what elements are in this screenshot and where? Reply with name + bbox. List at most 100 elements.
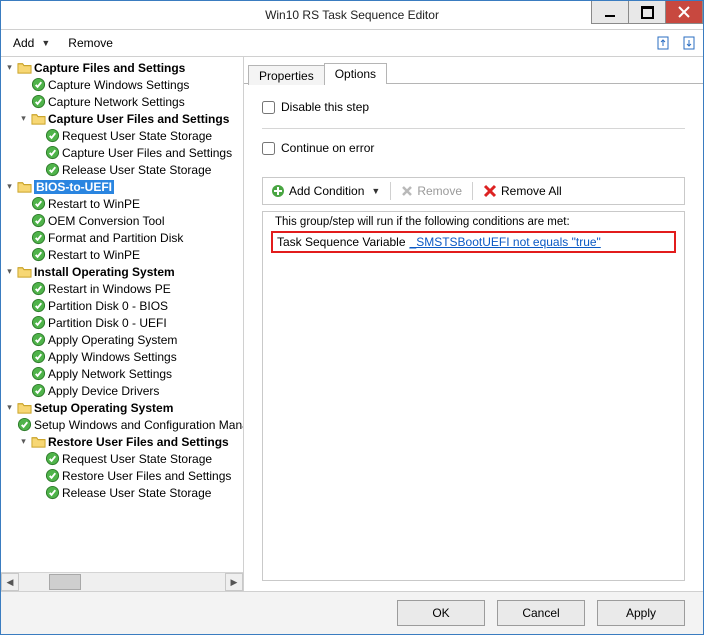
tree-row[interactable]: ▾BIOS-to-UEFI — [1, 178, 243, 195]
add-condition-button[interactable]: Add Condition ▼ — [267, 182, 384, 200]
move-up-icon[interactable] — [653, 32, 675, 54]
tree-item-label: Restore User Files and Settings — [62, 469, 231, 483]
caret-down-icon: ▼ — [41, 38, 50, 48]
remove-button[interactable]: Remove — [60, 32, 121, 54]
tree-row[interactable]: ▾ Capture Files and Settings — [1, 59, 243, 76]
dialog-footer: OK Cancel Apply — [1, 591, 703, 634]
twisty-expanded-icon[interactable]: ▾ — [17, 112, 30, 125]
tree-item-label: Request User State Storage — [62, 129, 212, 143]
tree-row[interactable]: Partition Disk 0 - BIOS — [1, 297, 243, 314]
add-menu-button[interactable]: Add ▼ — [5, 32, 58, 54]
tab-properties[interactable]: Properties — [248, 65, 325, 85]
x-icon — [401, 185, 413, 197]
tab-options[interactable]: Options — [324, 63, 387, 84]
tree-row[interactable]: OEM Conversion Tool — [1, 212, 243, 229]
tree-row[interactable]: Apply Windows Settings — [1, 348, 243, 365]
twisty-spacer — [31, 486, 44, 499]
tree-row[interactable]: Capture Network Settings — [1, 93, 243, 110]
continue-error-row[interactable]: Continue on error — [262, 141, 685, 155]
remove-condition-button[interactable]: Remove — [397, 182, 466, 200]
folder-icon — [16, 264, 32, 280]
tree-row[interactable]: Partition Disk 0 - UEFI — [1, 314, 243, 331]
move-down-icon[interactable] — [677, 32, 699, 54]
tree-row[interactable]: Setup Windows and Configuration Manager — [1, 416, 243, 433]
twisty-expanded-icon[interactable]: ▾ — [17, 435, 30, 448]
twisty-spacer — [17, 299, 30, 312]
tree-item-label: Install Operating System — [34, 265, 175, 279]
tree-row[interactable]: Restart to WinPE — [1, 195, 243, 212]
maximize-button[interactable] — [628, 1, 666, 24]
task-sequence-tree[interactable]: ▾ Capture Files and Settings Capture Windo… — [1, 57, 243, 572]
condition-link[interactable]: _SMSTSBootUEFI not equals "true" — [410, 235, 601, 249]
continue-error-checkbox[interactable] — [262, 142, 275, 155]
success-check-icon — [30, 349, 46, 365]
disable-step-row[interactable]: Disable this step — [262, 100, 685, 114]
remove-all-button[interactable]: Remove All — [479, 182, 566, 200]
twisty-spacer — [17, 95, 30, 108]
tree-row[interactable]: ▾ Setup Operating System — [1, 399, 243, 416]
tree-row[interactable]: Request User State Storage — [1, 450, 243, 467]
tree-item-label: OEM Conversion Tool — [48, 214, 165, 228]
tree-item-label: Apply Operating System — [48, 333, 177, 347]
success-check-icon — [30, 77, 46, 93]
minimize-button[interactable] — [591, 1, 629, 24]
twisty-expanded-icon[interactable]: ▾ — [3, 61, 16, 74]
scroll-right-arrow[interactable]: ▶ — [225, 573, 243, 591]
success-check-icon — [44, 145, 60, 161]
success-check-icon — [44, 162, 60, 178]
condition-row[interactable]: Task Sequence Variable _SMSTSBootUEFI no… — [271, 231, 676, 253]
folder-icon — [30, 111, 46, 127]
disable-step-checkbox[interactable] — [262, 101, 275, 114]
caret-down-icon: ▼ — [371, 186, 380, 196]
tree-row[interactable]: Capture User Files and Settings — [1, 144, 243, 161]
separator — [472, 182, 473, 200]
ok-button[interactable]: OK — [397, 600, 485, 626]
tree-item-label: Setup Operating System — [34, 401, 173, 415]
scroll-track[interactable] — [19, 573, 225, 591]
tree-row[interactable]: Apply Network Settings — [1, 365, 243, 382]
tab-strip: Properties Options — [244, 59, 703, 84]
twisty-expanded-icon[interactable]: ▾ — [3, 401, 16, 414]
tree-row[interactable]: ▾Restore User Files and Settings — [1, 433, 243, 450]
tree-row[interactable]: Release User State Storage — [1, 161, 243, 178]
tree-row[interactable]: ▾ Install Operating System — [1, 263, 243, 280]
success-check-icon — [30, 281, 46, 297]
tree-row[interactable]: Request User State Storage — [1, 127, 243, 144]
tree-row[interactable]: Format and Partition Disk — [1, 229, 243, 246]
tree-row[interactable]: Apply Device Drivers — [1, 382, 243, 399]
condition-prefix: Task Sequence Variable — [277, 235, 406, 249]
twisty-spacer — [17, 197, 30, 210]
horizontal-scrollbar[interactable]: ◀ ▶ — [1, 572, 243, 591]
tree-item-label: Restart in Windows PE — [48, 282, 171, 296]
success-check-icon — [30, 332, 46, 348]
tree-item-label: Capture User Files and Settings — [48, 112, 229, 126]
separator — [262, 128, 685, 129]
tree-row[interactable]: Release User State Storage — [1, 484, 243, 501]
twisty-spacer — [17, 248, 30, 261]
twisty-spacer — [31, 146, 44, 159]
success-check-icon — [30, 298, 46, 314]
close-button[interactable] — [665, 1, 703, 24]
tree-item-label: Capture Windows Settings — [48, 78, 189, 92]
tree-row[interactable]: ▾ Capture User Files and Settings — [1, 110, 243, 127]
twisty-expanded-icon[interactable]: ▾ — [3, 265, 16, 278]
tree-row[interactable]: Apply Operating System — [1, 331, 243, 348]
remove-condition-label: Remove — [417, 184, 462, 198]
tree-row[interactable]: Restart in Windows PE — [1, 280, 243, 297]
apply-button[interactable]: Apply — [597, 600, 685, 626]
window: Win10 RS Task Sequence Editor Add ▼ Remo… — [0, 0, 704, 635]
success-check-icon — [44, 128, 60, 144]
twisty-spacer — [17, 78, 30, 91]
tree-item-label: Partition Disk 0 - BIOS — [48, 299, 168, 313]
cancel-button[interactable]: Cancel — [497, 600, 585, 626]
tree-item-label: Restart to WinPE — [48, 197, 140, 211]
tree-row[interactable]: Capture Windows Settings — [1, 76, 243, 93]
tree-item-label: Capture Files and Settings — [34, 61, 185, 75]
scroll-left-arrow[interactable]: ◀ — [1, 573, 19, 591]
success-check-icon — [30, 94, 46, 110]
success-check-icon — [30, 196, 46, 212]
twisty-expanded-icon[interactable]: ▾ — [3, 180, 16, 193]
tree-row[interactable]: Restart to WinPE — [1, 246, 243, 263]
scroll-thumb[interactable] — [49, 574, 81, 590]
tree-row[interactable]: Restore User Files and Settings — [1, 467, 243, 484]
